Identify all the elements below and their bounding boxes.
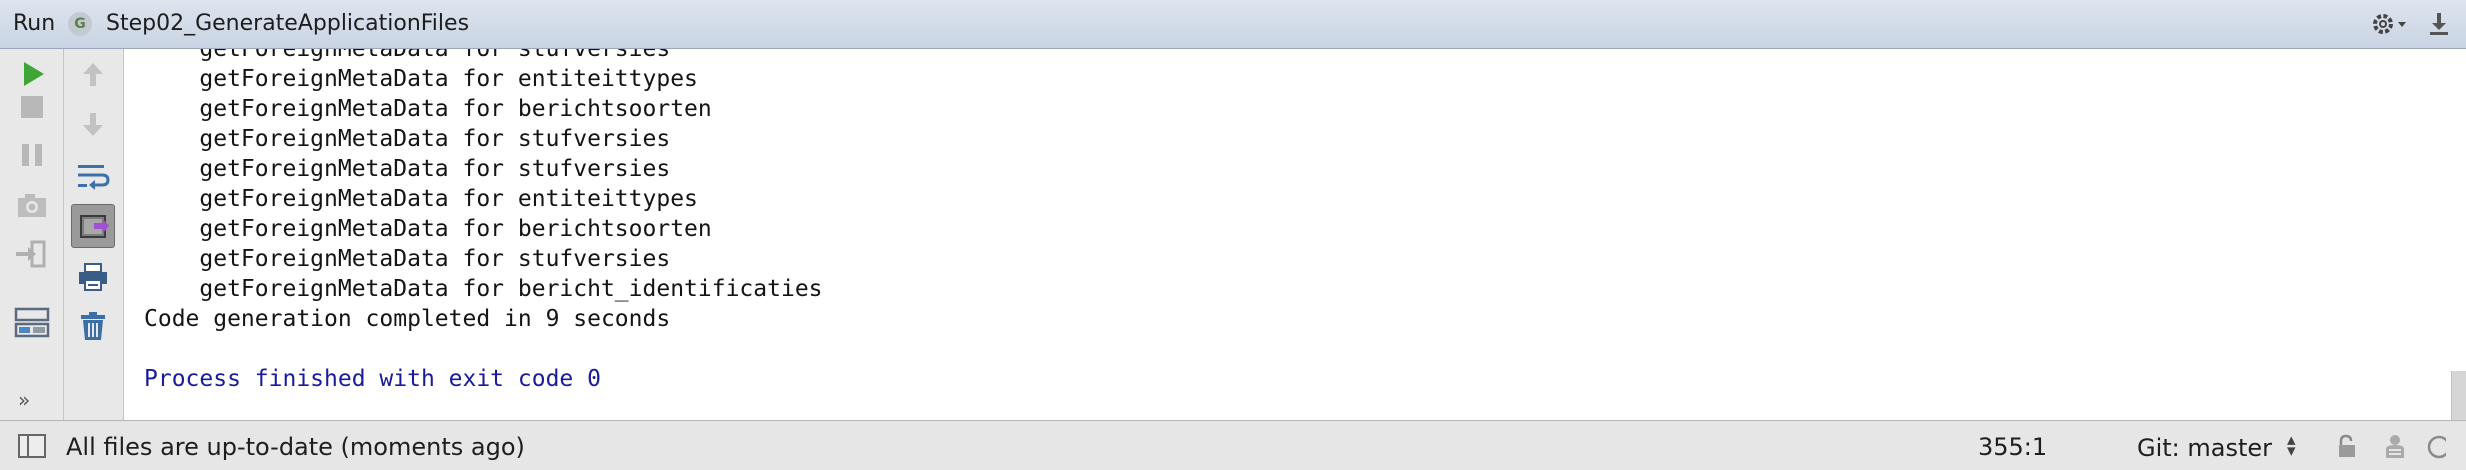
git-branch-chevron-icon: ▴ ▾ xyxy=(2287,430,2296,461)
soft-wrap-button[interactable] xyxy=(71,154,115,198)
console-line: getForeignMetaData for stufversies xyxy=(144,49,671,62)
console-line: getForeignMetaData for stufversies xyxy=(144,246,671,272)
scroll-to-end-button[interactable] xyxy=(71,204,115,248)
stop-icon xyxy=(21,96,43,118)
console-line: getForeignMetaData for stufversies xyxy=(144,126,671,152)
clear-all-button[interactable] xyxy=(71,304,115,348)
lock-icon[interactable] xyxy=(2332,431,2362,461)
exit-button[interactable] xyxy=(10,232,54,276)
git-branch-widget[interactable]: Git: master xyxy=(2137,434,2272,462)
stop-button[interactable] xyxy=(10,84,54,128)
console-lines: getForeignMetaData for stufversies getFo… xyxy=(144,49,823,394)
status-bar: All files are up-to-date (moments ago) 3… xyxy=(0,420,2466,470)
print-button[interactable] xyxy=(71,255,115,299)
gear-icon[interactable] xyxy=(2368,8,2408,40)
console-line: Process finished with exit code 0 xyxy=(144,366,601,392)
run-tab-label[interactable]: Run xyxy=(13,11,55,36)
run-configuration-name[interactable]: Step02_GenerateApplicationFiles xyxy=(106,11,469,36)
dump-threads-button[interactable] xyxy=(10,183,54,227)
inspector-icon[interactable] xyxy=(2380,431,2410,461)
arrow-up-icon xyxy=(83,63,103,86)
print-icon xyxy=(79,263,107,291)
layout-icon xyxy=(14,307,50,338)
console-line: getForeignMetaData for entiteittypes xyxy=(144,66,698,92)
console-line: getForeignMetaData for entiteittypes xyxy=(144,186,698,212)
next-occurrence-button[interactable] xyxy=(71,102,115,146)
console-scrollbar-thumb[interactable] xyxy=(2451,371,2466,420)
tool-window-header: Run G Step02_GenerateApplicationFiles xyxy=(0,0,2466,49)
console-output[interactable]: getForeignMetaData for stufversies getFo… xyxy=(124,49,2466,420)
restore-layout-button[interactable] xyxy=(10,301,54,345)
console-actions-toolbar xyxy=(64,49,124,420)
console-line: getForeignMetaData for stufversies xyxy=(144,156,671,182)
tool-windows-toggle-icon[interactable] xyxy=(18,434,46,458)
run-actions-toolbar: » xyxy=(0,49,64,420)
pause-button[interactable] xyxy=(10,133,54,177)
console-line: Code generation completed in 9 seconds xyxy=(144,306,671,332)
caret-position[interactable]: 355:1 xyxy=(1978,433,2047,461)
gradle-config-icon: G xyxy=(68,12,92,36)
pause-icon xyxy=(22,144,42,166)
scroll-to-end-icon xyxy=(80,215,109,238)
exit-icon xyxy=(16,240,46,268)
console-line: getForeignMetaData for berichtsoorten xyxy=(144,216,712,242)
arrow-down-icon xyxy=(83,113,103,136)
memory-icon[interactable] xyxy=(2424,431,2454,461)
prev-occurrence-button[interactable] xyxy=(71,53,115,97)
run-tool-window: Run G Step02_GenerateApplicationFiles » … xyxy=(0,0,2466,470)
console-line: getForeignMetaData for bericht_identific… xyxy=(144,276,823,302)
more-actions-chevron[interactable]: » xyxy=(18,388,30,412)
console-line: getForeignMetaData for berichtsoorten xyxy=(144,96,712,122)
status-message[interactable]: All files are up-to-date (moments ago) xyxy=(66,433,525,461)
camera-icon xyxy=(18,194,46,217)
trash-icon xyxy=(81,312,105,340)
soft-wrap-icon xyxy=(78,165,110,190)
pin-icon[interactable] xyxy=(2424,8,2454,40)
